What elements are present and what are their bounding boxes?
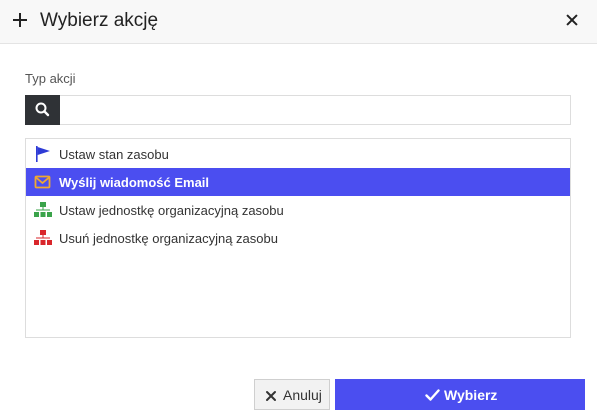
list-item-set-resource-state[interactable]: Ustaw stan zasobu bbox=[26, 140, 570, 168]
checkmark-icon bbox=[425, 388, 440, 402]
dialog-title: Wybierz akcję bbox=[40, 10, 159, 31]
close-icon[interactable] bbox=[565, 13, 579, 27]
cancel-button[interactable]: Anuluj bbox=[254, 379, 330, 410]
org-chart-green-icon bbox=[34, 202, 52, 218]
flag-icon bbox=[34, 146, 52, 162]
search-field bbox=[25, 95, 571, 125]
list-item-label: Ustaw jednostkę organizacyjną zasobu bbox=[59, 203, 284, 218]
list-item-label: Wyślij wiadomość Email bbox=[59, 175, 210, 190]
dialog-header: Wybierz akcję bbox=[0, 0, 597, 44]
org-chart-red-icon bbox=[34, 230, 52, 246]
list-item-remove-org-unit[interactable]: Usuń jednostkę organizacyjną zasobu bbox=[26, 224, 570, 252]
select-button-label: Wybierz bbox=[444, 387, 498, 403]
search-input[interactable] bbox=[61, 96, 570, 124]
select-button[interactable]: Wybierz bbox=[335, 379, 585, 410]
list-item-label: Usuń jednostkę organizacyjną zasobu bbox=[59, 231, 278, 246]
x-icon bbox=[265, 389, 277, 401]
list-item-label: Ustaw stan zasobu bbox=[59, 147, 169, 162]
search-icon[interactable] bbox=[25, 95, 60, 125]
action-list: Ustaw stan zasobu Wyślij wiadomość Email… bbox=[25, 138, 571, 338]
list-item-set-org-unit[interactable]: Ustaw jednostkę organizacyjną zasobu bbox=[26, 196, 570, 224]
envelope-icon bbox=[34, 174, 52, 190]
cancel-button-label: Anuluj bbox=[283, 387, 322, 403]
plus-icon bbox=[12, 12, 28, 28]
list-item-send-email[interactable]: Wyślij wiadomość Email bbox=[26, 168, 570, 196]
action-type-label: Typ akcji bbox=[25, 71, 76, 86]
